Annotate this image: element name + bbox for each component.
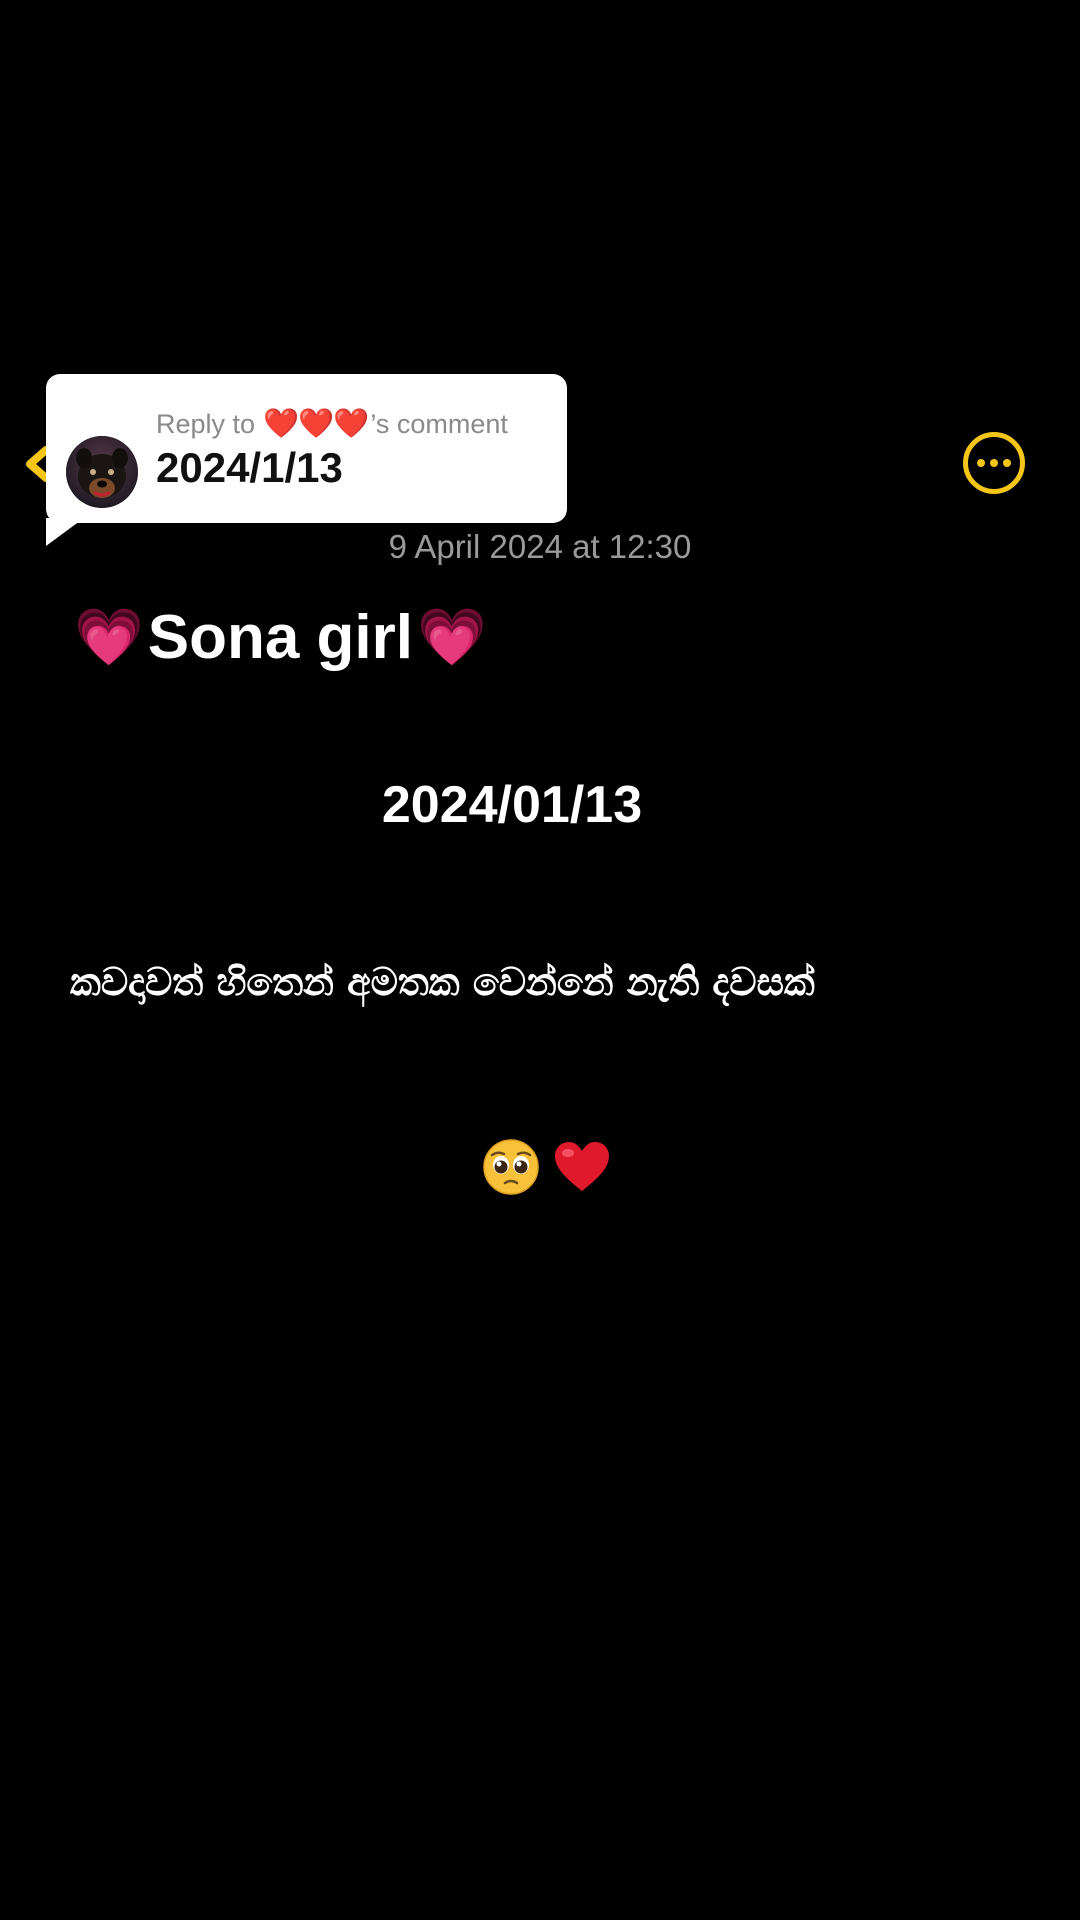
pink-heart-icon: 💗 <box>74 604 144 670</box>
reply-comment-text: 2024/1/13 <box>156 444 343 491</box>
red-heart-icon <box>555 1142 609 1191</box>
more-dot-icon <box>1003 459 1011 467</box>
more-dot-icon <box>990 459 998 467</box>
avatar <box>66 436 138 508</box>
post-title-row: 💗 Sona girl 💗 <box>74 602 487 673</box>
reply-prefix: Reply to <box>156 408 256 439</box>
reply-comment-card[interactable]: Reply to ❤️❤️❤️ ’s comment 2024/1/13 <box>46 374 567 523</box>
reply-author-name: ❤️❤️❤️ <box>263 408 369 440</box>
more-dot-icon <box>977 459 985 467</box>
post-title: Sona girl <box>147 603 413 672</box>
reply-to-label: Reply to ❤️❤️❤️ ’s comment <box>156 404 508 444</box>
pink-heart-icon: 💗 <box>417 604 487 670</box>
pleading-face-icon <box>483 1139 539 1195</box>
more-options-button[interactable] <box>963 432 1025 494</box>
post-date: 2024/01/13 <box>381 776 643 834</box>
post-body-text: කවදාවත් හිතෙන් අමතක වෙන්නේ නැති දවසක් <box>70 960 815 1004</box>
post-emoji-row <box>482 1138 612 1196</box>
post-timestamp: 9 April 2024 at 12:30 <box>388 528 692 565</box>
reply-suffix: ’s comment <box>370 408 508 439</box>
dog-avatar-icon <box>66 436 138 508</box>
